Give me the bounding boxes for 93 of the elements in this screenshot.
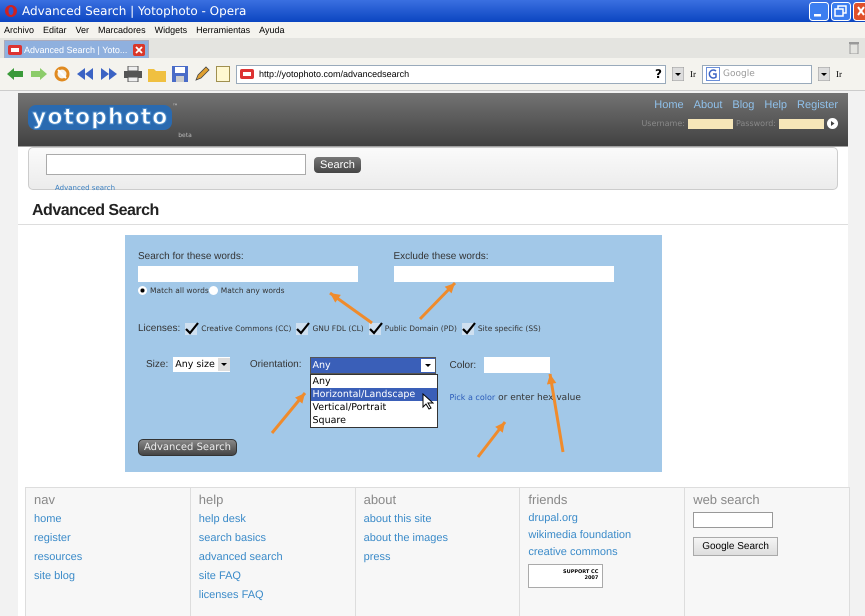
radio-button[interactable] bbox=[208, 286, 218, 295]
menu-item[interactable]: Herramientas bbox=[196, 25, 250, 35]
radio-button[interactable] bbox=[138, 286, 147, 295]
footer-heading: help bbox=[198, 492, 224, 507]
footer-link[interactable]: home bbox=[34, 510, 62, 529]
field-label: Search for these words: bbox=[138, 251, 245, 262]
footer-link[interactable]: drupal.org bbox=[528, 510, 578, 527]
google-search-button[interactable]: Google Search bbox=[693, 537, 778, 556]
note-icon[interactable] bbox=[216, 66, 230, 82]
page-heading: Advanced Search bbox=[32, 202, 160, 220]
size-dropdown[interactable]: Any size bbox=[173, 357, 230, 372]
annotation-arrow bbox=[270, 392, 306, 434]
footer-heading: friends bbox=[528, 492, 568, 507]
footer-link[interactable]: licenses FAQ bbox=[198, 586, 264, 605]
menu-item[interactable]: Marcadores bbox=[98, 25, 146, 35]
footer-link[interactable]: wikimedia foundation bbox=[528, 527, 632, 544]
close-tab-icon[interactable] bbox=[133, 44, 146, 56]
footer-heading: nav bbox=[34, 492, 55, 507]
minimize-button[interactable] bbox=[809, 2, 829, 20]
mouse-cursor-icon bbox=[422, 393, 434, 410]
nav-link[interactable]: About bbox=[694, 99, 722, 111]
footer-link[interactable]: advanced search bbox=[198, 548, 283, 567]
nav-link[interactable]: Blog bbox=[732, 99, 754, 111]
annotation-arrow bbox=[418, 282, 456, 320]
footer-link[interactable]: help desk bbox=[198, 510, 246, 529]
size-label: Size: bbox=[146, 359, 168, 370]
menu-item[interactable]: Ayuda bbox=[259, 25, 284, 35]
color-field[interactable] bbox=[484, 357, 550, 373]
footer-link[interactable]: register bbox=[34, 529, 71, 548]
annotation-arrow bbox=[329, 292, 373, 324]
orientation-dropdown[interactable]: Any bbox=[310, 357, 436, 374]
include-words-field[interactable] bbox=[138, 266, 358, 282]
rewind-icon[interactable] bbox=[76, 67, 94, 81]
footer-link[interactable]: site blog bbox=[34, 567, 75, 586]
exclude-words-field[interactable] bbox=[394, 266, 614, 282]
footer-link[interactable]: search basics bbox=[198, 529, 266, 548]
restore-button[interactable] bbox=[831, 2, 851, 20]
site-logo[interactable]: yotophoto bbox=[28, 105, 172, 130]
site-icon bbox=[240, 69, 254, 79]
search-button[interactable]: Search bbox=[314, 156, 361, 172]
footer-link[interactable]: site FAQ bbox=[198, 567, 241, 586]
dropdown-option[interactable]: Any bbox=[310, 375, 437, 388]
menu-item[interactable]: Ver bbox=[76, 25, 90, 35]
address-field[interactable]: http://yotophoto.com/advancedsearch ? bbox=[236, 64, 666, 84]
pick-color-link[interactable]: Pick a color bbox=[450, 393, 496, 402]
footer-link[interactable]: press bbox=[364, 548, 390, 567]
pencil-icon[interactable] bbox=[194, 66, 210, 82]
footer-link[interactable]: resources bbox=[34, 548, 82, 567]
opera-icon bbox=[4, 4, 18, 18]
nav-link[interactable]: Register bbox=[797, 99, 838, 111]
checkbox[interactable] bbox=[462, 322, 476, 335]
nav-link[interactable]: Help bbox=[764, 99, 788, 111]
dropdown-option[interactable]: Horizontal/Landscape bbox=[310, 388, 437, 401]
username-field[interactable] bbox=[688, 118, 733, 128]
dropdown-arrow-icon[interactable] bbox=[672, 67, 684, 81]
password-field[interactable] bbox=[779, 118, 824, 128]
dropdown-arrow-icon[interactable] bbox=[818, 67, 830, 81]
printer-icon[interactable] bbox=[124, 66, 142, 82]
checkbox[interactable] bbox=[368, 322, 383, 335]
annotation-arrow bbox=[476, 421, 506, 458]
licenses-label: Licenses: bbox=[138, 323, 180, 334]
checkbox[interactable] bbox=[296, 322, 310, 335]
hint-text: or enter hex value bbox=[498, 393, 581, 403]
search-engine-icon bbox=[706, 67, 720, 81]
go-button[interactable]: Ir bbox=[690, 69, 696, 79]
reload-icon[interactable] bbox=[54, 66, 70, 82]
web-search-field[interactable] bbox=[693, 512, 774, 528]
close-button[interactable] bbox=[853, 2, 865, 20]
help-button[interactable]: ? bbox=[655, 67, 662, 81]
window-title: Advanced Search | Yotophoto - Opera bbox=[22, 4, 246, 18]
checkbox[interactable] bbox=[185, 322, 200, 335]
search-field[interactable]: Google bbox=[702, 64, 812, 84]
browser-tab[interactable]: Advanced Search | Yoto... bbox=[4, 40, 150, 58]
advanced-search-button[interactable]: Advanced Search bbox=[138, 439, 237, 456]
orientation-label: Orientation: bbox=[250, 359, 302, 370]
go-button[interactable]: Ir bbox=[836, 69, 842, 79]
menu-item[interactable]: Widgets bbox=[154, 25, 188, 35]
menu-item[interactable]: Archivo bbox=[4, 25, 34, 35]
field-label: Exclude these words: bbox=[394, 251, 490, 262]
dropdown-option[interactable]: Vertical/Portrait bbox=[310, 401, 437, 414]
footer-heading: about bbox=[364, 492, 396, 507]
search-field[interactable] bbox=[46, 154, 306, 175]
dropdown-option[interactable]: Square bbox=[310, 414, 437, 427]
footer-link[interactable]: creative commons bbox=[528, 544, 618, 561]
footer-link[interactable]: about the images bbox=[364, 529, 448, 548]
nav-link[interactable]: Home bbox=[654, 99, 684, 111]
footer-link[interactable]: about this site bbox=[364, 510, 432, 529]
color-label: Color: bbox=[450, 360, 476, 370]
fast-forward-icon[interactable] bbox=[100, 67, 118, 81]
back-arrow-icon[interactable] bbox=[6, 67, 24, 81]
menu-item[interactable]: Editar bbox=[43, 25, 67, 35]
site-icon bbox=[8, 44, 22, 54]
footer-heading: web search bbox=[693, 492, 760, 507]
